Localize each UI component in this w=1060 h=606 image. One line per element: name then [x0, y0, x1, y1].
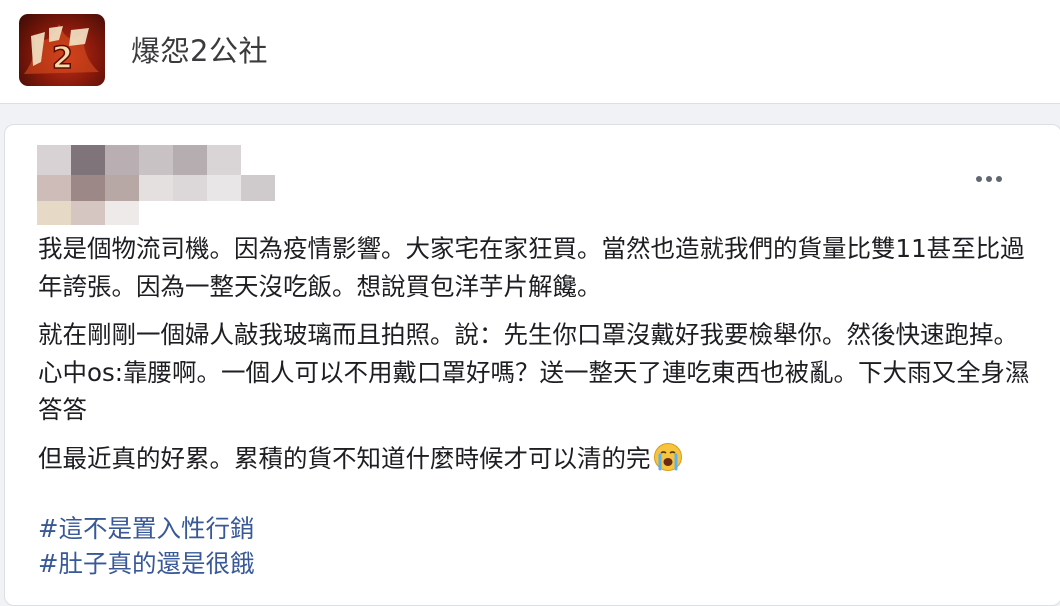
more-dot — [976, 176, 982, 182]
crying-face-emoji — [653, 442, 683, 472]
more-dot — [996, 176, 1002, 182]
hashtag-list: #這不是置入性行銷 #肚子真的還是很餓 — [38, 511, 255, 581]
post-paragraph-last: 但最近真的好累。累積的貨不知道什麼時候才可以清的完 — [38, 440, 1038, 478]
post-paragraph: 就在剛剛一個婦人敲我玻璃而且拍照。說：先生你口罩沒戴好我要檢舉你。然後快速跑掉。… — [38, 320, 1030, 424]
post-body: 我是個物流司機。因為疫情影響。大家宅在家狂買。當然也造就我們的貨量比雙11甚至比… — [38, 230, 1038, 488]
more-options-icon[interactable] — [969, 167, 1009, 191]
hashtag-link[interactable]: #肚子真的還是很餓 — [38, 546, 255, 581]
hashtag-link[interactable]: #這不是置入性行銷 — [38, 511, 255, 546]
poster-avatar-blurred — [35, 145, 275, 227]
svg-text:2: 2 — [52, 41, 73, 76]
more-dot — [986, 176, 992, 182]
post-paragraph-text: 但最近真的好累。累積的貨不知道什麼時候才可以清的完 — [38, 443, 651, 473]
group-logo-icon[interactable]: 2 — [19, 14, 105, 86]
group-name[interactable]: 爆怨2公社 — [131, 28, 268, 70]
post-card: 我是個物流司機。因為疫情影響。大家宅在家狂買。當然也造就我們的貨量比雙11甚至比… — [4, 124, 1060, 606]
post-paragraph: 我是個物流司機。因為疫情影響。大家宅在家狂買。當然也造就我們的貨量比雙11甚至比… — [38, 234, 1025, 301]
group-header: 2 爆怨2公社 — [0, 0, 1060, 104]
